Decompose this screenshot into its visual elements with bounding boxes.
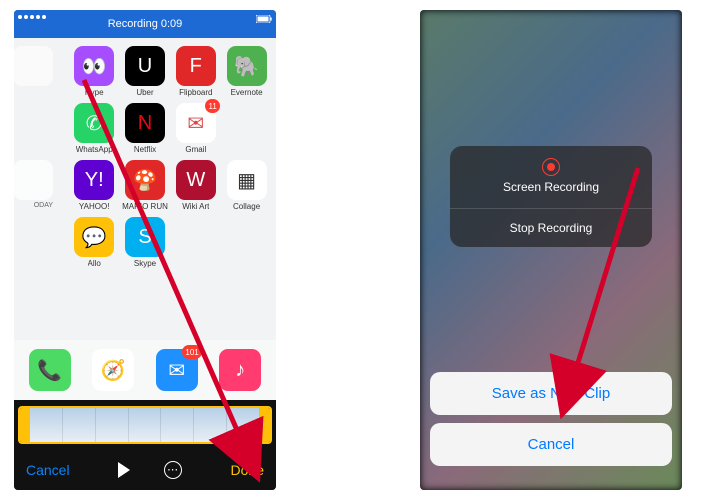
screen-recording-card: Screen Recording Stop Recording	[450, 146, 652, 247]
dock: 📞 🧭 ✉101 ♪	[14, 340, 276, 400]
app-label: Netflix	[134, 145, 156, 154]
phone-left: Recording 0:09 👀 Hype U Uber F Flipboard 🐘 Ever…	[14, 10, 276, 490]
app-label: Skype	[134, 259, 156, 268]
mail-icon: ✉101	[156, 349, 198, 391]
app-mario-run[interactable]: 🍄 MARIO RUN	[122, 160, 169, 211]
app-uber[interactable]: U Uber	[122, 46, 169, 97]
save-as-new-clip-button[interactable]: Save as New Clip	[430, 372, 672, 415]
app-icon: 🍄	[125, 160, 165, 200]
app-whatsapp[interactable]: ✆ WhatsApp	[71, 103, 118, 154]
app-collage[interactable]: ▦ Collage	[223, 160, 270, 211]
app-flipboard[interactable]: F Flipboard	[172, 46, 219, 97]
timeline-scrubber[interactable]	[18, 406, 272, 444]
app-icon: U	[125, 46, 165, 86]
status-bar-recording[interactable]: Recording 0:09	[14, 10, 276, 38]
dock-mail[interactable]: ✉101	[156, 349, 198, 391]
dock-phone[interactable]: 📞	[29, 349, 71, 391]
recording-title: Screen Recording	[450, 180, 652, 208]
action-sheet: Save as New Clip Cancel	[430, 372, 672, 474]
dock-safari[interactable]: 🧭	[92, 349, 134, 391]
notification-badge: 11	[205, 99, 219, 113]
app-icon: S	[125, 217, 165, 257]
record-icon	[542, 158, 560, 176]
app-evernote[interactable]: 🐘 Evernote	[223, 46, 270, 97]
app-label: Uber	[136, 88, 153, 97]
app-label: YAHOO!	[79, 202, 110, 211]
app-skype[interactable]: S Skype	[122, 217, 169, 268]
app-gmail[interactable]: ✉11 Gmail	[172, 103, 219, 154]
recording-status-text: Recording 0:09	[108, 18, 183, 30]
trim-handle-left[interactable]	[20, 408, 30, 442]
cancel-button[interactable]: Cancel	[26, 462, 70, 478]
phone-icon: 📞	[29, 349, 71, 391]
phone-right: Screen Recording Stop Recording Save as …	[420, 10, 682, 490]
app-icon: ✆	[74, 103, 114, 143]
ellipsis-icon: ⋯	[164, 461, 182, 479]
app-icon: ▦	[227, 160, 267, 200]
app-icon: ✉11	[176, 103, 216, 143]
editor-toolbar: Cancel ⋯ Done	[14, 450, 276, 490]
status-battery	[256, 15, 272, 23]
stop-recording-button[interactable]: Stop Recording	[450, 209, 652, 247]
trim-handle-right[interactable]	[260, 408, 270, 442]
more-button[interactable]: ⋯	[164, 461, 182, 479]
app-icon: F	[176, 46, 216, 86]
done-button[interactable]: Done	[231, 462, 264, 478]
app-label: Flipboard	[179, 88, 212, 97]
dock-music[interactable]: ♪	[219, 349, 261, 391]
app-label: Allo	[88, 259, 101, 268]
play-icon	[118, 462, 130, 478]
app-netflix[interactable]: N Netflix	[122, 103, 169, 154]
app-label: Collage	[233, 202, 260, 211]
app-label: WhatsApp	[76, 145, 113, 154]
app-icon: 🐘	[227, 46, 267, 86]
app-icon: N	[125, 103, 165, 143]
app-label: Wiki Art	[182, 202, 209, 211]
app-grid: 👀 Hype U Uber F Flipboard 🐘 Evernote ✆ WhatsApp NN…	[14, 38, 276, 268]
app-label: MARIO RUN	[122, 202, 168, 211]
app-allo[interactable]: 💬 Allo	[71, 217, 118, 268]
app-label: Evernote	[231, 88, 263, 97]
app-icon: 👀	[74, 46, 114, 86]
notification-badge: 101	[182, 345, 201, 359]
video-trim-timeline[interactable]	[14, 400, 276, 450]
app-icon: Y!	[74, 160, 114, 200]
app-yahoo-[interactable]: Y! YAHOO!	[71, 160, 118, 211]
app-label: Hype	[85, 88, 104, 97]
app-icon: W	[176, 160, 216, 200]
app-label: Gmail	[185, 145, 206, 154]
play-button[interactable]	[118, 462, 130, 478]
app-wiki-art[interactable]: W Wiki Art	[172, 160, 219, 211]
app-icon: 💬	[74, 217, 114, 257]
status-signal	[18, 15, 46, 19]
app-hype[interactable]: 👀 Hype	[71, 46, 118, 97]
safari-icon: 🧭	[92, 349, 134, 391]
app-partial	[20, 46, 67, 97]
home-screen[interactable]: 👀 Hype U Uber F Flipboard 🐘 Evernote ✆ WhatsApp NN…	[14, 38, 276, 400]
music-icon: ♪	[219, 349, 261, 391]
app-partial: ODAY	[20, 160, 67, 211]
action-sheet-cancel-button[interactable]: Cancel	[430, 423, 672, 466]
